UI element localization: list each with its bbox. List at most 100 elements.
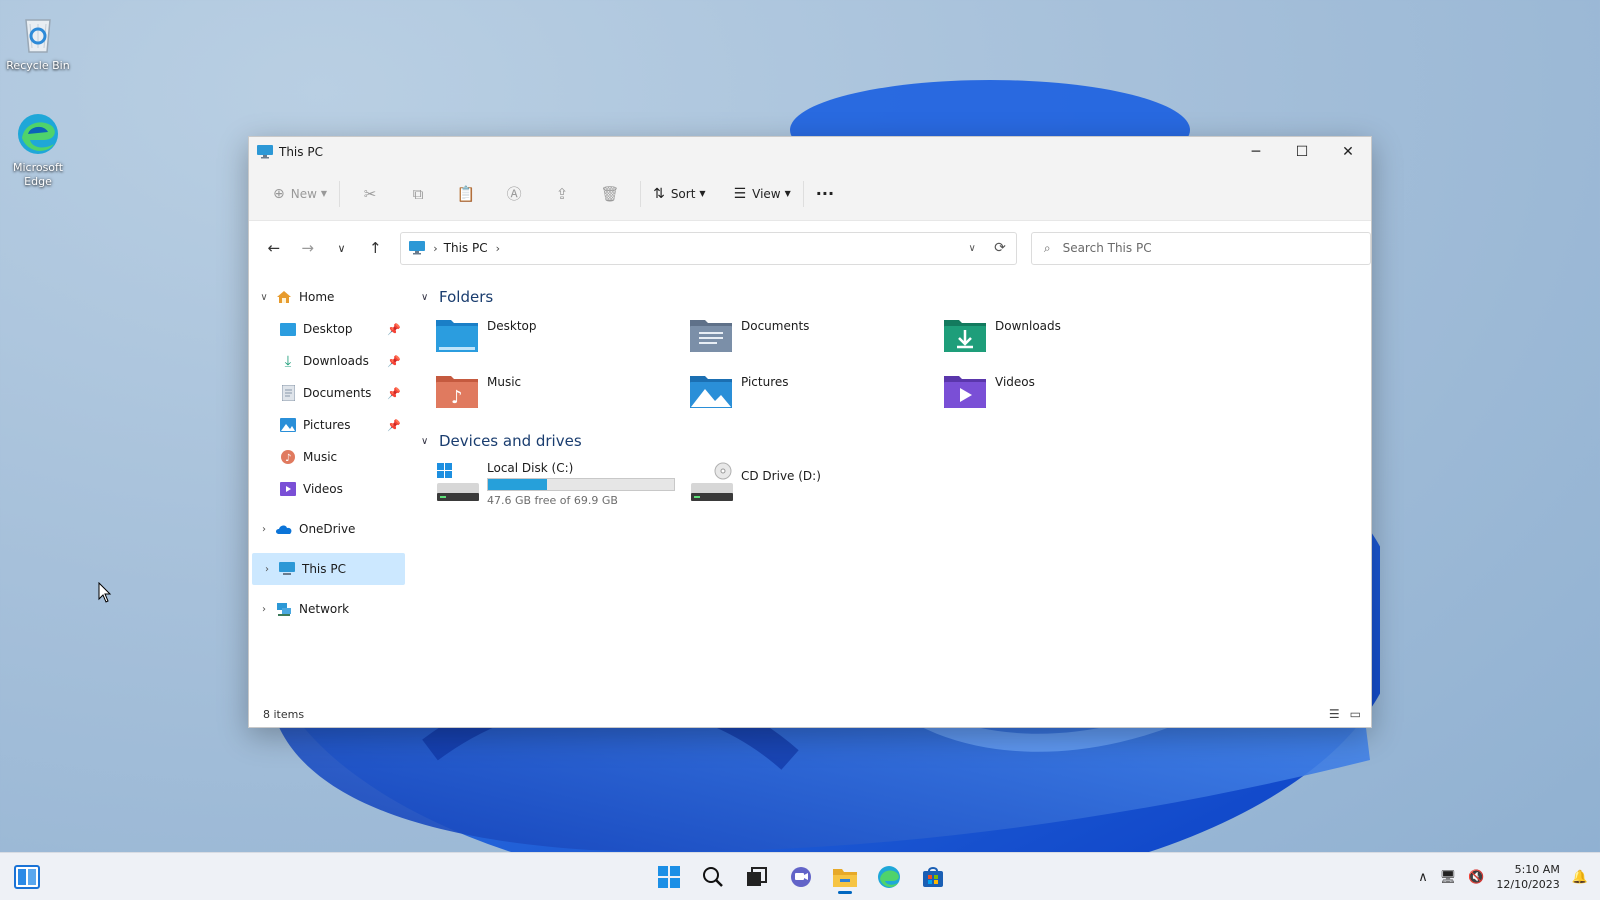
store-icon bbox=[923, 867, 943, 887]
sort-button[interactable]: ⇅ Sort ▼ bbox=[647, 178, 712, 210]
sort-icon: ⇅ bbox=[653, 185, 665, 202]
downloads-folder-icon bbox=[944, 320, 986, 352]
chevron-down-icon[interactable]: ∨ bbox=[253, 292, 275, 303]
this-pc-icon bbox=[257, 145, 273, 159]
folder-label: Videos bbox=[995, 375, 1035, 389]
address-bar[interactable]: › This PC › ∨ ⟳ bbox=[400, 231, 1017, 265]
edge-icon bbox=[878, 866, 900, 888]
onedrive-cloud-icon bbox=[275, 520, 293, 538]
paste-button[interactable]: 📋 bbox=[442, 178, 490, 210]
folder-label: Music bbox=[487, 375, 522, 389]
folders-group-header[interactable]: ∨ Folders bbox=[421, 285, 1371, 309]
clock-time: 5:10 AM bbox=[1514, 863, 1560, 876]
copy-button[interactable]: ⧉ bbox=[394, 178, 442, 210]
forward-button[interactable]: → bbox=[291, 232, 325, 264]
sidebar-item-label: This PC bbox=[302, 562, 346, 576]
recent-locations-button[interactable]: ∨ bbox=[325, 232, 359, 264]
taskbar-search-button[interactable] bbox=[694, 859, 732, 895]
arrow-left-icon: ← bbox=[267, 239, 281, 257]
title-bar[interactable]: This PC ─ ☐ ✕ bbox=[249, 137, 1371, 167]
delete-button[interactable]: 🗑 bbox=[586, 178, 634, 210]
music-icon: ♪ bbox=[279, 448, 297, 466]
maximize-button[interactable]: ☐ bbox=[1279, 137, 1325, 167]
videos-folder-icon bbox=[944, 376, 986, 408]
more-icon: ··· bbox=[815, 184, 835, 203]
edge-taskbar-button[interactable] bbox=[870, 859, 908, 895]
back-button[interactable]: ← bbox=[257, 232, 291, 264]
refresh-icon[interactable]: ⟳ bbox=[994, 240, 1006, 256]
folders-header-label: Folders bbox=[439, 288, 494, 306]
this-pc-icon bbox=[278, 560, 296, 578]
sidebar-item-downloads[interactable]: ⤓ Downloads 📌 bbox=[249, 345, 409, 377]
documents-icon bbox=[279, 384, 297, 402]
sidebar-item-onedrive[interactable]: › OneDrive bbox=[249, 513, 409, 545]
sidebar-item-this-pc[interactable]: › This PC bbox=[252, 553, 405, 585]
folder-tile-downloads[interactable]: Downloads bbox=[943, 309, 1197, 365]
cut-button[interactable]: ✂ bbox=[346, 178, 394, 210]
system-tray: ∧ 🖥 🔇 5:10 AM 12/10/2023 🔔 bbox=[1418, 853, 1588, 900]
drives-group-header[interactable]: ∨ Devices and drives bbox=[421, 429, 1371, 453]
breadcrumb-this-pc[interactable]: This PC bbox=[444, 241, 488, 255]
navigation-pane: ∨ Home Desktop 📌 ⤓ Downloads 📌 Documents… bbox=[249, 275, 409, 701]
desktop-icon-microsoft-edge[interactable]: Microsoft Edge bbox=[0, 110, 76, 189]
network-status-icon[interactable]: 🖥 bbox=[1440, 870, 1457, 885]
sidebar-item-network[interactable]: › Network bbox=[249, 593, 409, 625]
tiles-view-icon[interactable]: ▭ bbox=[1350, 707, 1361, 721]
sidebar-item-videos[interactable]: Videos bbox=[249, 473, 409, 505]
rename-button[interactable]: Ⓐ bbox=[490, 178, 538, 210]
notifications-icon[interactable]: 🔔 bbox=[1572, 870, 1588, 885]
cd-drive-icon bbox=[691, 462, 733, 501]
volume-muted-icon[interactable]: 🔇 bbox=[1468, 870, 1484, 885]
paste-icon: 📋 bbox=[456, 184, 476, 203]
file-explorer-icon bbox=[833, 869, 857, 887]
see-more-button[interactable]: ··· bbox=[810, 178, 840, 210]
sidebar-item-home[interactable]: ∨ Home bbox=[249, 281, 409, 313]
folder-tile-documents[interactable]: Documents bbox=[689, 309, 943, 365]
up-button[interactable]: ↑ bbox=[358, 232, 392, 264]
widgets-icon[interactable] bbox=[14, 864, 40, 890]
start-icon bbox=[658, 866, 680, 888]
chevron-down-icon: ∨ bbox=[337, 241, 346, 255]
sidebar-item-pictures[interactable]: Pictures 📌 bbox=[249, 409, 409, 441]
desktop-icon-recycle-bin[interactable]: Recycle Bin bbox=[0, 8, 76, 73]
sidebar-item-label: Home bbox=[299, 290, 335, 304]
sidebar-item-label: Downloads bbox=[303, 354, 369, 368]
minimize-button[interactable]: ─ bbox=[1233, 137, 1279, 167]
sidebar-item-documents[interactable]: Documents 📌 bbox=[249, 377, 409, 409]
content-pane: ∨ Folders Desktop Documents Downloads ♪ bbox=[409, 275, 1371, 701]
plus-circle-icon: ⊕ bbox=[273, 185, 285, 202]
file-explorer-taskbar-button[interactable] bbox=[826, 859, 864, 895]
show-hidden-icons-icon[interactable]: ∧ bbox=[1418, 870, 1428, 885]
chevron-right-icon[interactable]: › bbox=[256, 564, 278, 575]
folder-tile-pictures[interactable]: Pictures bbox=[689, 365, 943, 421]
desktop-folder-icon bbox=[436, 320, 478, 352]
folder-tile-music[interactable]: ♪ Music bbox=[435, 365, 689, 421]
breadcrumb-chevron-icon[interactable]: › bbox=[496, 242, 500, 255]
clock[interactable]: 5:10 AM 12/10/2023 bbox=[1496, 862, 1559, 892]
close-button[interactable]: ✕ bbox=[1325, 137, 1371, 167]
navigation-row: ← → ∨ ↑ › This PC › ∨ ⟳ ⌕ Search This PC bbox=[249, 221, 1372, 275]
drive-tile-local-disk-c[interactable]: Local Disk (C:) 47.6 GB free of 69.9 GB bbox=[435, 457, 689, 509]
search-box[interactable]: ⌕ Search This PC bbox=[1030, 231, 1372, 265]
share-button[interactable]: ⇪ bbox=[538, 178, 586, 210]
drive-tile-cd-drive-d[interactable]: CD Drive (D:) bbox=[689, 457, 943, 509]
start-button[interactable] bbox=[650, 859, 688, 895]
folder-tile-videos[interactable]: Videos bbox=[943, 365, 1197, 421]
sidebar-item-desktop[interactable]: Desktop 📌 bbox=[249, 313, 409, 345]
sidebar-item-label: Network bbox=[299, 602, 350, 616]
chat-button[interactable] bbox=[782, 859, 820, 895]
chevron-down-icon: ∨ bbox=[421, 291, 429, 303]
new-button[interactable]: ⊕ New ▼ bbox=[267, 178, 333, 210]
chevron-right-icon[interactable]: › bbox=[253, 524, 275, 535]
details-view-icon[interactable]: ☰ bbox=[1329, 707, 1340, 721]
task-view-button[interactable] bbox=[738, 859, 776, 895]
folder-tile-desktop[interactable]: Desktop bbox=[435, 309, 689, 365]
view-button[interactable]: ☰ View ▼ bbox=[728, 178, 797, 210]
search-icon: ⌕ bbox=[1043, 240, 1051, 255]
store-taskbar-button[interactable] bbox=[914, 859, 952, 895]
recycle-bin-icon bbox=[25, 19, 51, 53]
sidebar-item-music[interactable]: ♪ Music bbox=[249, 441, 409, 473]
pin-icon: 📌 bbox=[387, 354, 401, 368]
address-dropdown-icon[interactable]: ∨ bbox=[969, 243, 976, 254]
chevron-right-icon[interactable]: › bbox=[253, 604, 275, 615]
